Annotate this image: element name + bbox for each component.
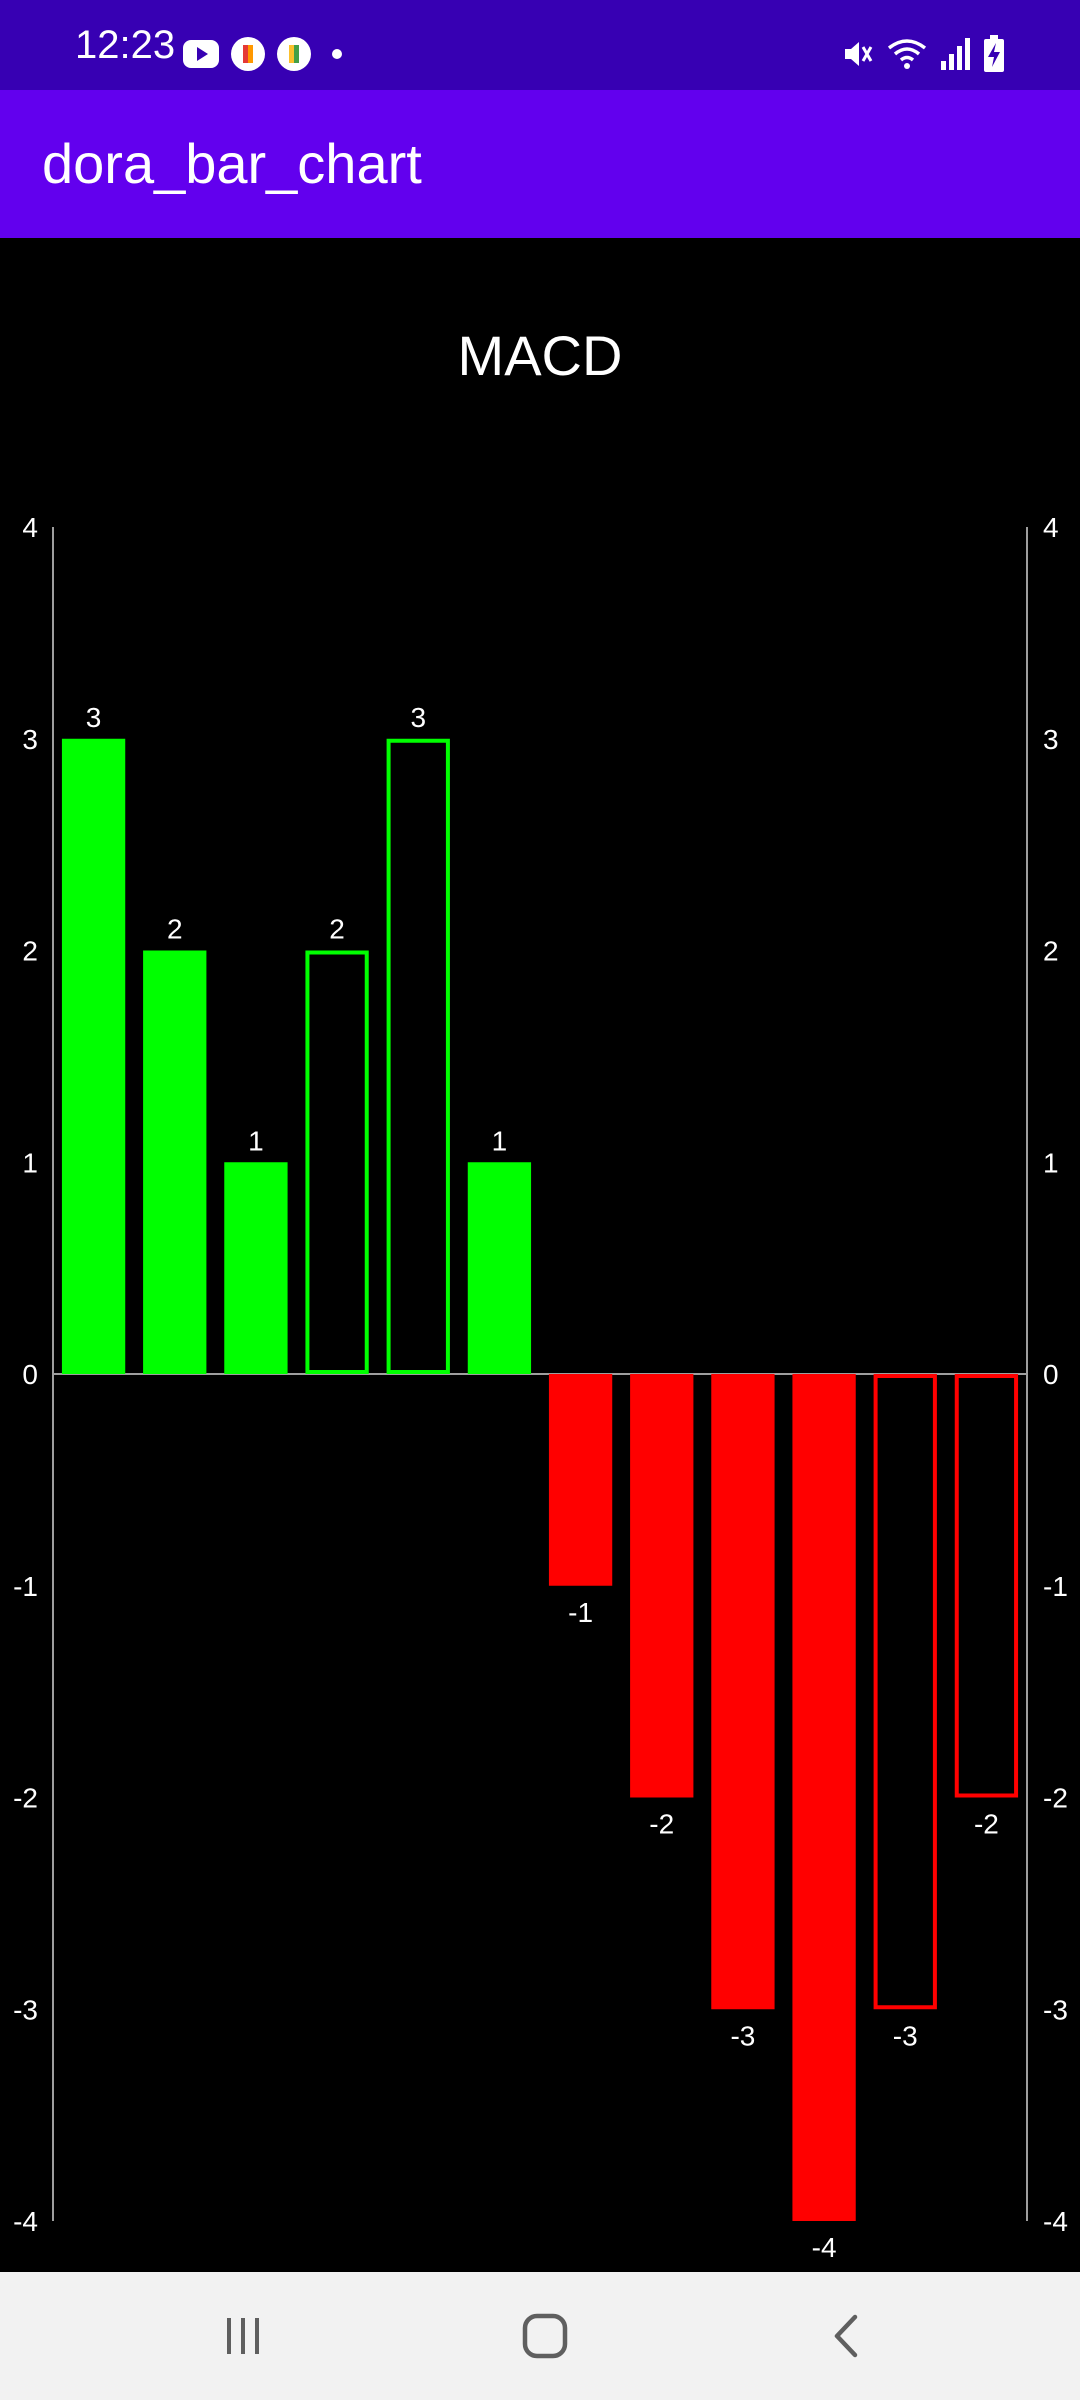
home-icon [522, 2313, 568, 2359]
status-time: 12:23 [75, 23, 176, 67]
right-tick-label: 3 [1043, 724, 1059, 755]
right-tick-label: 0 [1043, 1359, 1059, 1390]
right-tick-label: -3 [1043, 1994, 1068, 2025]
bar [305, 950, 369, 1374]
bar [711, 1374, 775, 2010]
bar [873, 1374, 937, 2010]
bar [548, 1374, 613, 1586]
bar [224, 1162, 288, 1374]
mute-icon [845, 42, 873, 66]
right-tick-label: -2 [1043, 1783, 1068, 1814]
youtube-icon [183, 40, 219, 68]
app-bar: dora_bar_chart [0, 90, 1080, 238]
bar-value-label: 2 [167, 914, 183, 945]
right-tick-label: 1 [1043, 1147, 1059, 1178]
bar-value-label: -3 [730, 2020, 755, 2051]
dot-icon [332, 49, 342, 59]
signal-icon [941, 38, 970, 70]
back-icon [834, 2314, 858, 2358]
bar-value-label: -2 [649, 1809, 674, 1840]
bar [792, 1374, 856, 2221]
left-tick-label: 1 [22, 1147, 38, 1178]
bar-value-label: -2 [974, 1809, 999, 1840]
bar-value-label: 3 [86, 702, 102, 733]
chart-title: MACD [458, 324, 623, 387]
bar [954, 1374, 1019, 1798]
wifi-icon [887, 39, 927, 69]
app-title: dora_bar_chart [42, 132, 422, 195]
left-tick-label: 3 [22, 724, 38, 755]
bar-value-label: 2 [329, 914, 345, 945]
bar-value-label: 3 [410, 702, 426, 733]
right-tick-label: -1 [1043, 1571, 1068, 1602]
back-button[interactable] [802, 2300, 892, 2372]
app-notification-icon [277, 37, 311, 71]
macd-bar-chart: MACD 4 4 3 3 2 2 1 1 0 0 -1 -1 -2 -2 -3 -3 -4 -4 3 2 1 2 3 1 -1 -2… [13, 324, 1068, 2263]
bar-value-label: 1 [492, 1125, 508, 1156]
recent-apps-icon [227, 2318, 259, 2354]
bar [630, 1374, 694, 1798]
nav-bar [0, 2272, 1080, 2400]
left-tick-label: 2 [22, 936, 38, 967]
status-bar: 12:23 [0, 0, 1080, 90]
home-button[interactable] [500, 2300, 590, 2372]
bar-value-label: 1 [248, 1125, 264, 1156]
status-left-icons [182, 34, 352, 74]
bar [143, 950, 207, 1374]
bar [386, 738, 450, 1374]
left-tick-label: 0 [22, 1359, 38, 1390]
left-tick-label: -2 [13, 1783, 38, 1814]
recent-apps-button[interactable] [198, 2300, 288, 2372]
bar-value-label: -4 [812, 2232, 837, 2263]
left-tick-label: -1 [13, 1571, 38, 1602]
left-tick-label: 4 [22, 512, 38, 543]
battery-charging-icon [984, 35, 1004, 72]
right-tick-label: -4 [1043, 2206, 1068, 2237]
bar [61, 738, 126, 1374]
right-tick-label: 2 [1043, 936, 1059, 967]
left-tick-label: -3 [13, 1994, 38, 2025]
bar [467, 1162, 532, 1374]
left-tick-label: -4 [13, 2206, 38, 2237]
status-right-icons [839, 30, 1005, 78]
bar-value-label: -1 [568, 1597, 593, 1628]
bar-value-label: -3 [893, 2020, 918, 2051]
app-notification-icon [231, 37, 265, 71]
chart-area: MACD 4 4 3 3 2 2 1 1 0 0 -1 -1 -2 -2 -3 -3 -4 -4 3 2 1 2 3 1 -1 -2… [0, 238, 1080, 2272]
right-tick-label: 4 [1043, 512, 1059, 543]
